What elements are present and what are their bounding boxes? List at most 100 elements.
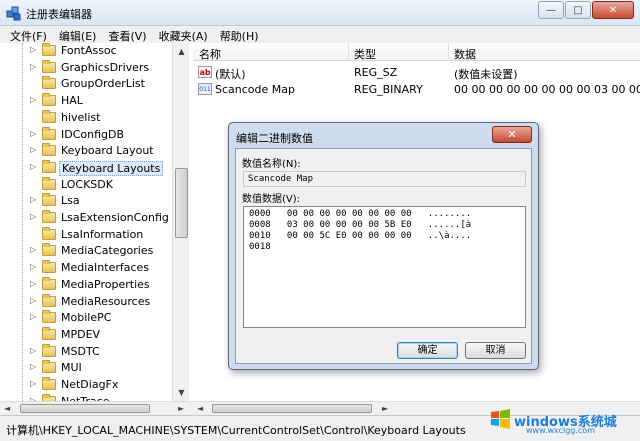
expand-arrow-icon[interactable]: ▷ xyxy=(30,213,38,221)
expand-arrow-icon[interactable]: ▷ xyxy=(30,46,38,54)
scroll-right-icon[interactable]: ► xyxy=(178,404,184,413)
folder-icon xyxy=(42,193,56,207)
column-divider[interactable] xyxy=(348,43,349,61)
tree-item[interactable]: ▷ Lsa xyxy=(0,193,175,209)
maximize-button[interactable]: □ xyxy=(565,1,591,19)
tree-item[interactable]: ▷ HAL xyxy=(0,93,175,109)
tree-item[interactable]: ▷ MobilePC xyxy=(0,310,175,326)
tree-item[interactable]: ▷ Keyboard Layout xyxy=(0,143,175,159)
column-header-name[interactable]: 名称 xyxy=(199,46,221,62)
menu-bar: 文件(F) 编辑(E) 查看(V) 收藏夹(A) 帮助(H) xyxy=(0,26,640,43)
close-button[interactable]: ✕ xyxy=(592,1,634,19)
column-header-data[interactable]: 数据 xyxy=(454,46,476,62)
column-divider[interactable] xyxy=(448,43,449,61)
site-watermark: windows系统城 www.wxclgg.com xyxy=(484,396,640,441)
registry-editor-icon xyxy=(6,6,21,21)
folder-icon xyxy=(42,260,56,274)
expand-arrow-icon[interactable]: ▷ xyxy=(30,279,38,288)
tree-item[interactable]: MPDEV xyxy=(0,326,175,343)
tree-item[interactable]: LsaInformation xyxy=(0,226,175,243)
tree-item[interactable]: ▷ MUI xyxy=(0,360,175,376)
tree-scroll-thumb[interactable] xyxy=(175,168,188,238)
folder-icon xyxy=(42,143,56,157)
expand-arrow-icon[interactable]: ▷ xyxy=(30,62,38,71)
menu-help[interactable]: 帮助(H) xyxy=(214,26,265,43)
folder-icon xyxy=(42,210,56,223)
hex-line: 0008 03 00 00 00 00 00 5B E0 ......[à xyxy=(249,220,472,230)
tree-item-label: IDConfigDB xyxy=(61,127,125,141)
expand-arrow-icon[interactable]: ▷ xyxy=(30,129,38,138)
tree-item[interactable]: ▷ MSDTC xyxy=(0,343,175,360)
value-data: (数值未设置) xyxy=(454,68,518,81)
expand-arrow-icon[interactable]: ▷ xyxy=(30,296,38,305)
value-row-scancode-map[interactable]: 011 Scancode Map REG_BINARY 00 00 00 00 … xyxy=(193,81,640,98)
folder-icon xyxy=(42,226,56,240)
tree-item[interactable]: ▷ Keyboard Layouts xyxy=(0,159,175,176)
tree-item[interactable]: ▷ MediaCategories xyxy=(0,243,175,259)
menu-edit[interactable]: 编辑(E) xyxy=(53,26,103,43)
folder-icon xyxy=(42,360,56,374)
expand-arrow-icon[interactable]: ▷ xyxy=(30,162,38,171)
menu-favorites[interactable]: 收藏夹(A) xyxy=(153,26,214,43)
tree-item[interactable]: ▷ MediaResources xyxy=(0,293,175,310)
dialog-close-button[interactable]: ✕ xyxy=(492,126,532,143)
value-data-label: 数值数据(V): xyxy=(242,194,301,205)
windows-logo-icon xyxy=(491,409,510,429)
tree-hscroll-thumb[interactable] xyxy=(20,404,150,413)
folder-icon xyxy=(42,343,56,357)
value-type: REG_SZ xyxy=(354,66,398,79)
tree-item-label: MUI xyxy=(61,361,82,375)
expand-arrow-icon[interactable]: ▷ xyxy=(30,380,38,388)
tree-item-label: Keyboard Layouts xyxy=(59,160,164,176)
tree-item[interactable]: hivelist xyxy=(0,109,175,126)
cancel-button[interactable]: 取消 xyxy=(465,342,526,359)
expand-arrow-icon[interactable]: ▷ xyxy=(30,146,38,154)
tree-item-label: MediaResources xyxy=(61,294,151,308)
minimize-button[interactable]: — xyxy=(538,1,564,19)
tree-item-label: GraphicsDrivers xyxy=(61,60,150,74)
scroll-left-icon[interactable]: ◄ xyxy=(197,404,203,413)
folder-icon xyxy=(42,176,56,190)
menu-file[interactable]: 文件(F) xyxy=(4,26,53,43)
tree-item[interactable]: ▷ GraphicsDrivers xyxy=(0,59,175,76)
expand-arrow-icon[interactable]: ▷ xyxy=(30,96,38,104)
expand-arrow-icon[interactable]: ▷ xyxy=(30,363,38,371)
ok-button[interactable]: 确定 xyxy=(397,342,458,359)
tree-item-label: MSDTC xyxy=(61,344,100,358)
folder-icon xyxy=(42,276,56,290)
value-data-hex-editor[interactable]: 0000 00 00 00 00 00 00 00 00 ........ 00… xyxy=(243,206,526,328)
values-hscroll-thumb[interactable] xyxy=(212,404,372,413)
expand-arrow-icon[interactable]: ▷ xyxy=(30,346,38,355)
tree-item[interactable]: ▷NetTrace xyxy=(0,393,175,401)
tree-item-label: LsaExtensionConfig xyxy=(61,211,169,224)
expand-arrow-icon[interactable]: ▷ xyxy=(30,196,38,204)
tree-item[interactable]: ▷ LsaExtensionConfig xyxy=(0,210,175,226)
tree-item[interactable]: ▷ FontAssoc xyxy=(0,43,175,59)
menu-view[interactable]: 查看(V) xyxy=(102,26,152,43)
folder-icon xyxy=(42,377,56,390)
folder-icon xyxy=(42,126,56,140)
tree-item[interactable]: GroupOrderList xyxy=(0,76,175,92)
dialog-title: 编辑二进制数值 xyxy=(236,132,313,145)
value-data: 00 00 00 00 00 00 00 00 03 00 00 00 xyxy=(454,83,640,96)
scroll-down-icon[interactable]: ▼ xyxy=(173,384,190,401)
tree-item[interactable]: ▷ MediaProperties xyxy=(0,276,175,293)
edit-binary-value-dialog: 编辑二进制数值 ✕ 数值名称(N): Scancode Map 数值数据(V):… xyxy=(228,122,539,370)
tree-scrollbar[interactable]: ▲ ▼ xyxy=(172,43,189,401)
tree-item[interactable]: ▷ IDConfigDB xyxy=(0,126,175,143)
scroll-left-icon[interactable]: ◄ xyxy=(4,404,10,413)
value-name: (默认) xyxy=(215,68,246,81)
binary-value-icon: 011 xyxy=(198,83,212,95)
scroll-right-icon[interactable]: ► xyxy=(382,404,388,413)
tree-item[interactable]: LOCKSDK xyxy=(0,176,175,193)
expand-arrow-icon[interactable]: ▷ xyxy=(30,313,38,321)
expand-arrow-icon[interactable]: ▷ xyxy=(30,246,38,254)
tree-item[interactable]: ▷ MediaInterfaces xyxy=(0,260,175,276)
scroll-up-icon[interactable]: ▲ xyxy=(173,43,190,60)
expand-arrow-icon[interactable]: ▷ xyxy=(30,263,38,271)
tree-item[interactable]: ▷ NetDiagFx xyxy=(0,377,175,393)
value-row-default[interactable]: ab (默认) REG_SZ (数值未设置) xyxy=(193,64,640,81)
column-header-type[interactable]: 类型 xyxy=(354,46,376,62)
